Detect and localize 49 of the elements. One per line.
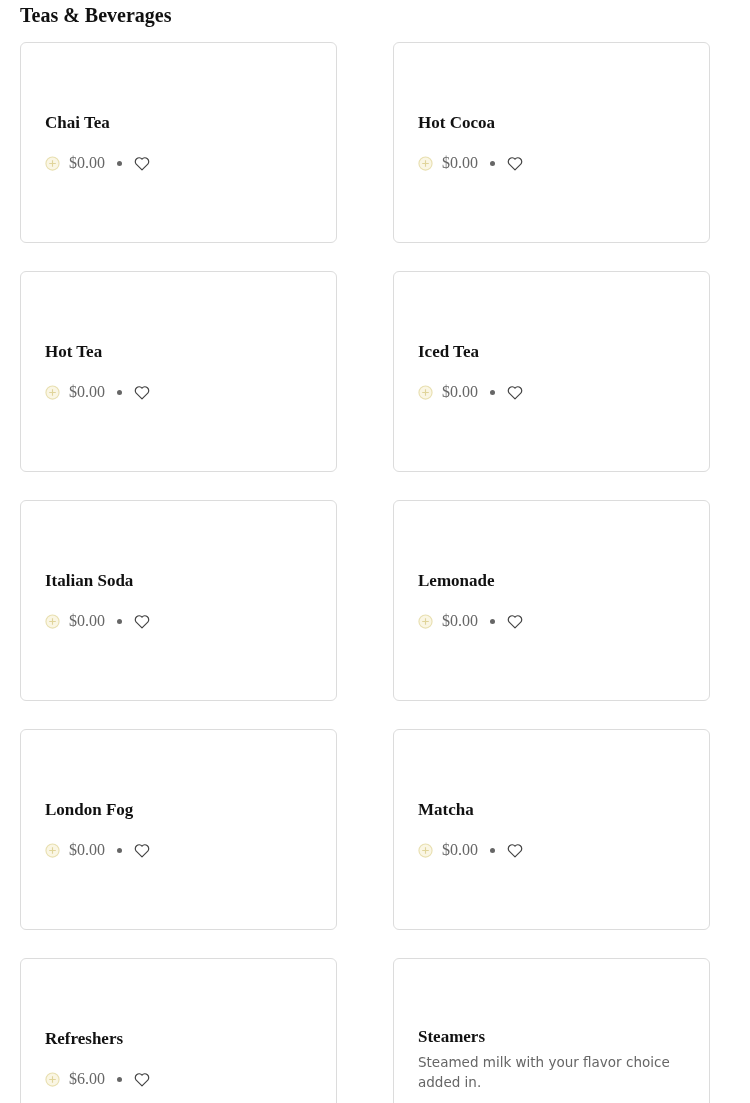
item-price: $6.00 [69,1069,105,1089]
item-description: Steamed milk with your flavor choice added in. [418,1052,671,1092]
separator-dot [490,847,495,853]
separator-dot [117,1076,122,1082]
menu-item-card[interactable]: Iced Tea $0.00 [393,271,710,472]
item-name: London Fog [45,799,134,821]
menu-item-card[interactable]: Matcha $0.00 [393,729,710,930]
menu-item-card[interactable]: London Fog $0.00 [20,729,337,930]
menu-item-card[interactable]: Refreshers $6.00 [20,958,337,1103]
menu-item-card[interactable]: Hot Tea $0.00 [20,271,337,472]
item-price: $0.00 [442,611,478,631]
menu-item-card[interactable]: Hot Cocoa $0.00 [393,42,710,243]
separator-dot [117,389,122,395]
menu-item-card[interactable]: Lemonade $0.00 [393,500,710,701]
heart-icon[interactable] [507,384,523,400]
item-price: $0.00 [69,611,105,631]
heart-icon[interactable] [134,155,150,171]
separator-dot [117,618,122,624]
item-price: $0.00 [442,840,478,860]
item-price: $0.00 [69,840,105,860]
item-name: Refreshers [45,1028,124,1050]
heart-icon[interactable] [134,613,150,629]
heart-icon[interactable] [507,613,523,629]
item-price: $0.00 [69,153,105,173]
separator-dot [117,847,122,853]
menu-item-card[interactable]: Chai Tea $0.00 [20,42,337,243]
item-name: Italian Soda [45,570,134,592]
separator-dot [490,389,495,395]
item-name: Chai Tea [45,112,110,134]
item-name: Matcha [418,799,474,821]
item-name: Hot Cocoa [418,112,495,134]
item-name: Hot Tea [45,341,103,363]
item-name: Steamers [418,1025,486,1048]
heart-icon[interactable] [134,842,150,858]
menu-item-card[interactable]: Steamers Steamed milk with your flavor choice added in. [393,958,710,1103]
item-price: $0.00 [442,153,478,173]
heart-icon[interactable] [134,384,150,400]
separator-dot [490,160,495,166]
heart-icon[interactable] [134,1071,150,1087]
heart-icon[interactable] [507,155,523,171]
item-name: Iced Tea [418,341,479,363]
section-title: Teas & Beverages [20,3,173,28]
item-price: $0.00 [442,382,478,402]
item-name: Lemonade [418,570,495,592]
menu-item-card[interactable]: Italian Soda $0.00 [20,500,337,701]
separator-dot [117,160,122,166]
separator-dot [490,618,495,624]
item-price: $0.00 [69,382,105,402]
heart-icon[interactable] [507,842,523,858]
